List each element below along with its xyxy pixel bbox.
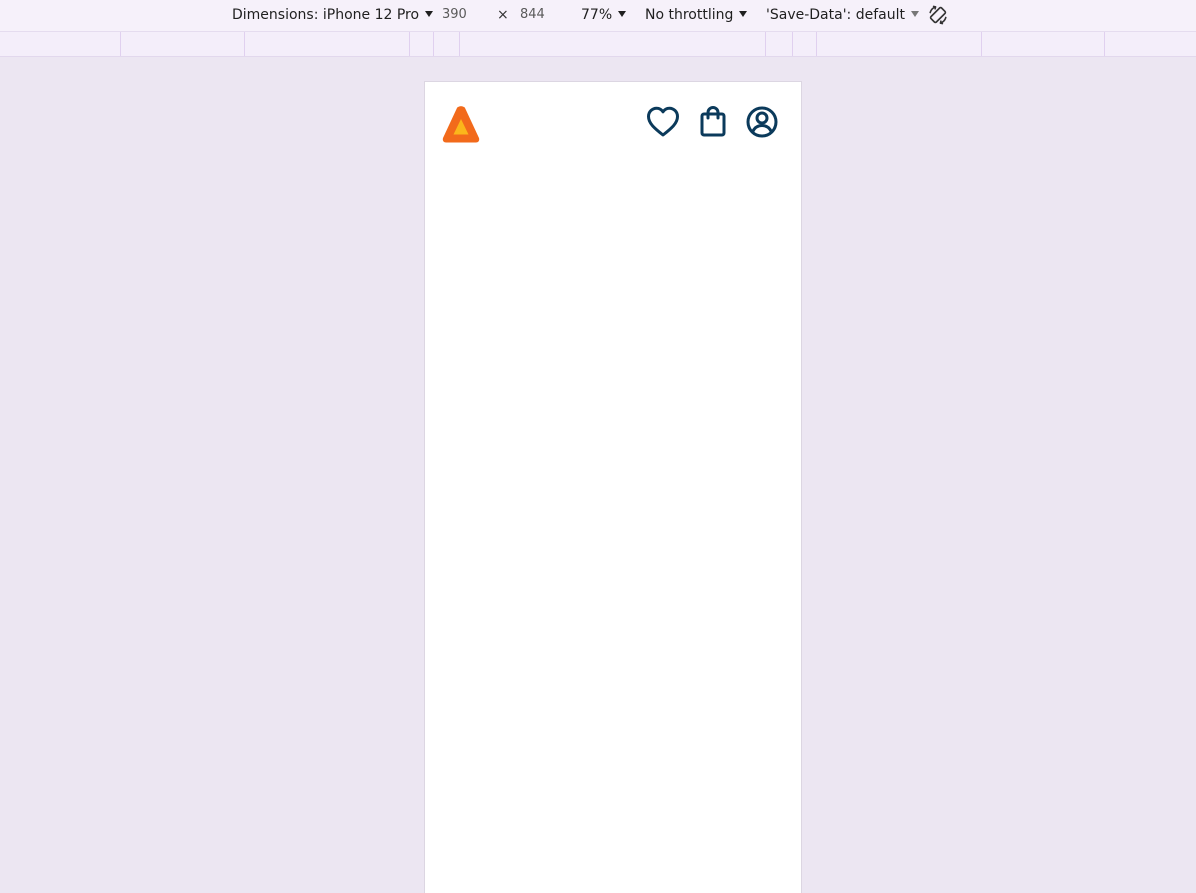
- height-input[interactable]: [520, 5, 568, 25]
- ruler-tick[interactable]: [981, 32, 982, 56]
- ruler-tick[interactable]: [816, 32, 817, 56]
- account-button[interactable]: [744, 104, 780, 140]
- device-toolbar: Dimensions: iPhone 12 Pro × 77% No throt…: [0, 0, 1196, 31]
- ruler-tick[interactable]: [433, 32, 434, 56]
- ruler-tick[interactable]: [792, 32, 793, 56]
- throttling-label: No throttling: [645, 7, 734, 23]
- times-icon: ×: [497, 7, 509, 23]
- user-circle-icon: [746, 106, 778, 138]
- chevron-down-icon: [739, 11, 748, 17]
- dimensions-label: Dimensions: iPhone 12 Pro: [232, 7, 420, 23]
- save-data-label: 'Save-Data': default: [766, 7, 905, 23]
- zoom-label: 77%: [581, 7, 613, 23]
- ruler-tick[interactable]: [409, 32, 410, 56]
- chevron-down-icon: [425, 11, 434, 17]
- site-logo[interactable]: [441, 104, 481, 144]
- heart-icon: [647, 106, 679, 137]
- chevron-down-icon: [910, 11, 919, 17]
- save-data-dropdown[interactable]: 'Save-Data': default: [766, 6, 919, 24]
- wishlist-button[interactable]: [645, 104, 681, 140]
- width-input[interactable]: [442, 5, 490, 25]
- ruler-tick[interactable]: [765, 32, 766, 56]
- dimensions-dropdown[interactable]: Dimensions: iPhone 12 Pro: [232, 6, 434, 24]
- ruler-tick[interactable]: [120, 32, 121, 56]
- throttling-dropdown[interactable]: No throttling: [645, 6, 748, 24]
- shopping-bag-icon: [700, 106, 726, 137]
- media-query-ruler: [0, 31, 1196, 57]
- chevron-down-icon: [618, 11, 627, 17]
- zoom-dropdown[interactable]: 77%: [581, 6, 627, 24]
- ruler-tick[interactable]: [244, 32, 245, 56]
- ruler-tick[interactable]: [459, 32, 460, 56]
- rotate-icon: [929, 5, 947, 25]
- triangle-logo-icon: [442, 106, 480, 143]
- ruler-tick[interactable]: [1104, 32, 1105, 56]
- device-viewport: [424, 81, 802, 893]
- rotate-button[interactable]: [926, 3, 950, 27]
- cart-button[interactable]: [695, 104, 731, 140]
